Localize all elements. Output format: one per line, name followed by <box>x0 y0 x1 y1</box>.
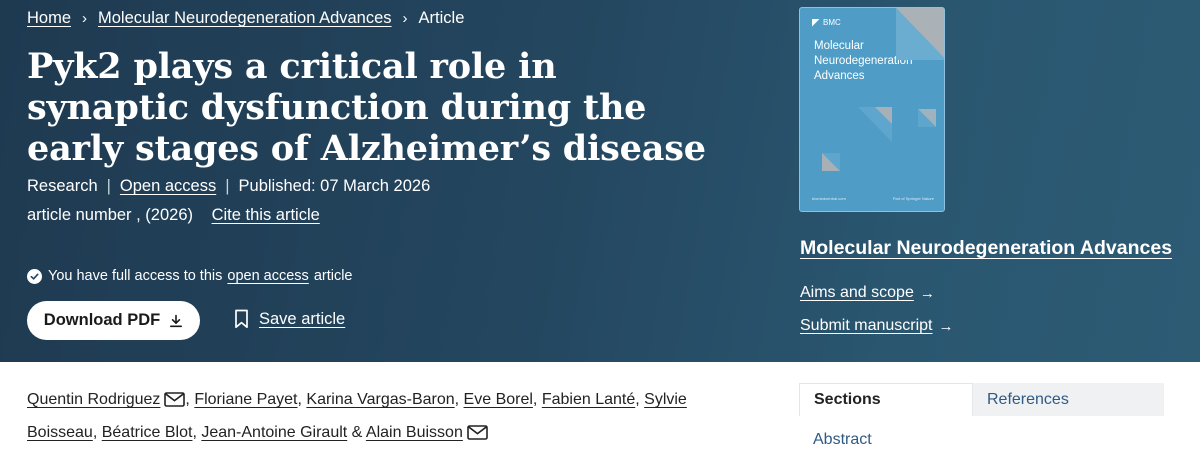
cite-article-link[interactable]: Cite this article <box>212 206 320 224</box>
arrow-right-icon: → <box>919 284 935 302</box>
journal-cover-image[interactable]: BMC Molecular Neurodegeneration Advances… <box>799 7 945 212</box>
article-number: article number , (2026) <box>27 206 193 224</box>
section-link-abstract[interactable]: Abstract <box>813 431 872 449</box>
article-title: Pyk2 plays a critical role in synaptic d… <box>27 46 706 169</box>
download-icon <box>170 314 183 327</box>
author-ampersand: & <box>351 424 363 441</box>
author-separator: , <box>192 424 197 441</box>
breadcrumb-current: Article <box>418 9 465 27</box>
open-access-link[interactable]: Open access <box>120 177 216 196</box>
save-article-label: Save article <box>259 309 346 328</box>
author-separator: , <box>297 391 302 408</box>
article-number-row: article number , (2026) Cite this articl… <box>27 206 320 225</box>
access-notice-prefix: You have full access to this <box>48 268 223 284</box>
author-list: Quentin Rodriguez, Floriane Payet, Karin… <box>27 385 757 451</box>
sidebar-tabs: Sections References <box>799 383 1164 416</box>
author-separator: , <box>185 391 190 408</box>
download-pdf-button[interactable]: Download PDF <box>27 301 200 340</box>
bookmark-icon <box>235 309 248 329</box>
article-meta: Research | Open access | Published: 07 M… <box>27 177 430 196</box>
save-article-button[interactable]: Save article <box>234 309 345 329</box>
author-link[interactable]: Béatrice Blot <box>102 424 193 441</box>
submit-manuscript-link[interactable]: Submit manuscript → <box>800 317 954 335</box>
tab-sections[interactable]: Sections <box>799 383 973 416</box>
breadcrumb-home-link[interactable]: Home <box>27 9 71 28</box>
author-link[interactable]: Fabien Lanté <box>542 391 635 408</box>
article-type: Research <box>27 177 98 195</box>
cover-footer: biomedcentral.com Part of Springer Natur… <box>812 196 934 201</box>
meta-divider: | <box>106 177 111 195</box>
breadcrumb-separator: › <box>402 10 408 27</box>
check-circle-icon <box>27 268 42 284</box>
author-link[interactable]: Quentin Rodriguez <box>27 391 160 408</box>
submit-label: Submit manuscript <box>800 317 933 334</box>
author-link[interactable]: Jean-Antoine Girault <box>201 424 347 441</box>
author-separator: , <box>635 391 640 408</box>
author-link[interactable]: Alain Buisson <box>366 424 463 441</box>
tab-references[interactable]: References <box>973 383 1164 416</box>
cover-footer-left: biomedcentral.com <box>812 196 846 201</box>
author-separator: , <box>454 391 460 408</box>
breadcrumb-separator: › <box>82 10 88 27</box>
author-link[interactable]: Floriane Payet <box>194 391 297 408</box>
aims-and-scope-link[interactable]: Aims and scope → <box>800 284 935 302</box>
meta-divider: | <box>225 177 230 195</box>
aims-label: Aims and scope <box>800 284 914 301</box>
access-notice-suffix: article <box>313 268 353 284</box>
author-separator: , <box>532 391 538 408</box>
download-pdf-label: Download PDF <box>43 311 161 329</box>
mail-icon[interactable] <box>164 388 186 418</box>
access-notice-link[interactable]: open access <box>227 268 308 284</box>
breadcrumb: Home › Molecular Neurodegeneration Advan… <box>27 9 464 28</box>
arrow-right-icon: → <box>938 317 954 335</box>
article-hero: Home › Molecular Neurodegeneration Advan… <box>0 0 1200 362</box>
author-separator: , <box>92 424 98 441</box>
breadcrumb-journal-link[interactable]: Molecular Neurodegeneration Advances <box>98 9 392 28</box>
access-notice: You have full access to this open access… <box>27 268 353 284</box>
author-link[interactable]: Karina Vargas-Baron <box>306 391 454 408</box>
mail-icon[interactable] <box>467 421 488 451</box>
published-date: Published: 07 March 2026 <box>238 177 431 195</box>
journal-name-link[interactable]: Molecular Neurodegeneration Advances <box>800 237 1172 260</box>
author-link[interactable]: Eve Borel <box>464 391 533 408</box>
cover-footer-right: Part of Springer Nature <box>892 196 934 201</box>
cover-pattern <box>822 8 944 171</box>
